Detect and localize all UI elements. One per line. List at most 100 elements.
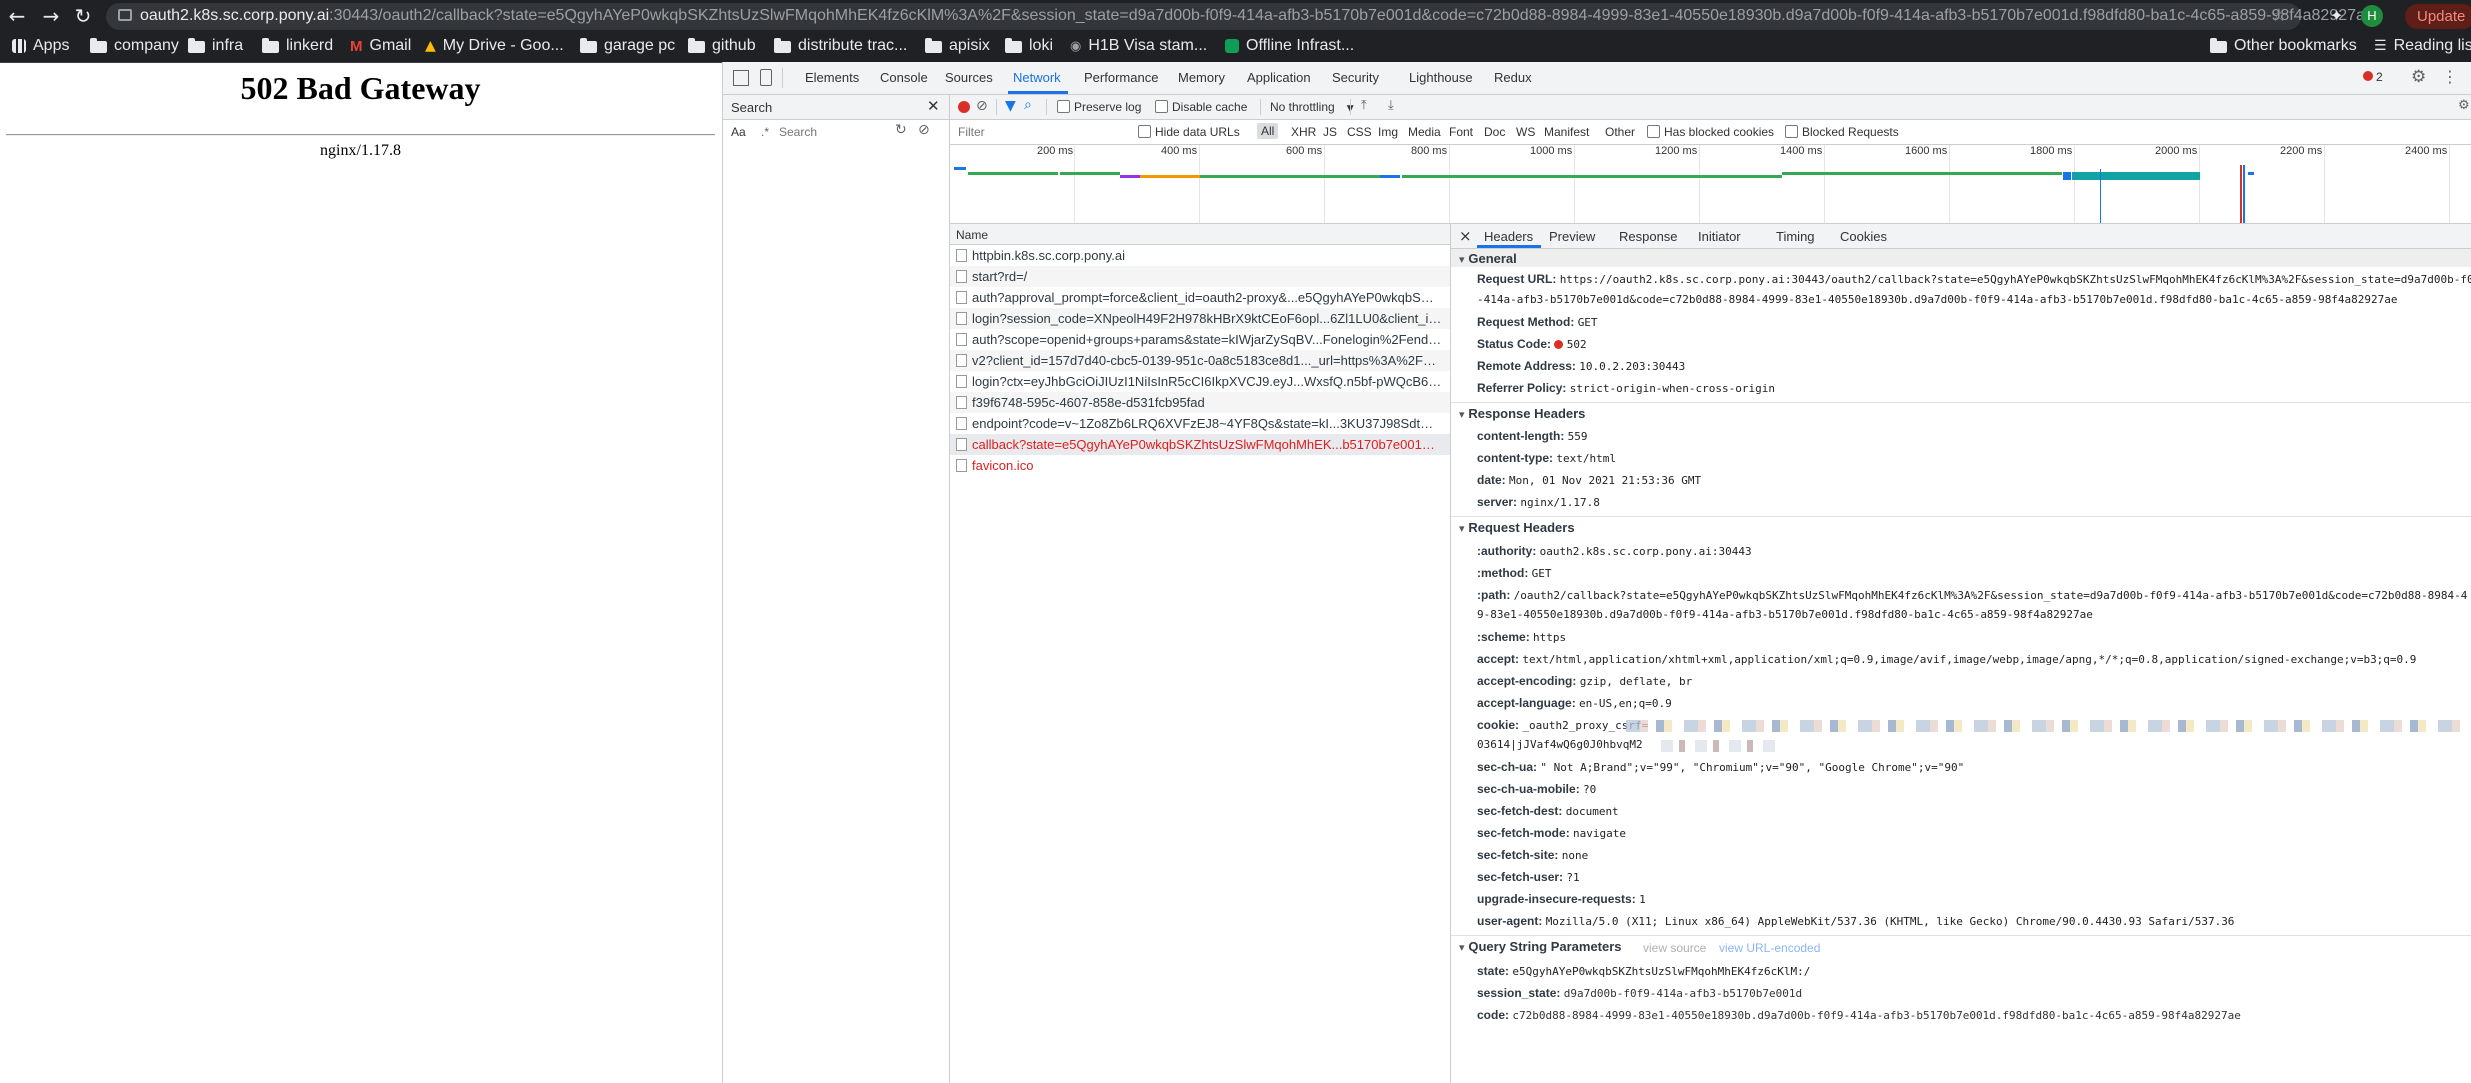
request-row[interactable]: favicon.ico xyxy=(950,455,1450,476)
regex-toggle[interactable]: .* xyxy=(761,125,769,139)
extensions-icon[interactable]: ✦ xyxy=(2330,6,2348,25)
error-icon[interactable] xyxy=(2363,71,2373,81)
gear-icon[interactable]: ⚙ xyxy=(2411,67,2426,87)
view-source-link[interactable]: view source xyxy=(1643,941,1706,955)
star-icon[interactable]: ☆ xyxy=(2271,5,2287,26)
filter-type-js[interactable]: JS xyxy=(1323,125,1337,139)
tab-application[interactable]: Application xyxy=(1247,70,1311,85)
section-general[interactable]: General xyxy=(1459,251,1516,266)
search-input[interactable] xyxy=(777,122,889,142)
filter-type-all[interactable]: All xyxy=(1257,123,1279,139)
section-request-headers[interactable]: Request Headers xyxy=(1459,520,1574,535)
hide-data-urls-checkbox[interactable]: Hide data URLs xyxy=(1138,125,1240,139)
value: document xyxy=(1565,805,1619,818)
bookmark-gmail[interactable]: M Gmail xyxy=(350,37,411,55)
import-har-icon[interactable]: ⤒ xyxy=(1361,98,1367,113)
bookmark-apps[interactable]: Apps xyxy=(12,37,69,55)
throttling-select[interactable]: No throttling▼ xyxy=(1270,100,1354,114)
request-row[interactable]: login?session_code=XNpeolH49F2H978kHBrX9… xyxy=(950,308,1450,329)
inspect-element-icon[interactable] xyxy=(733,70,749,86)
device-toolbar-icon[interactable] xyxy=(760,69,772,86)
tab-timing[interactable]: Timing xyxy=(1776,229,1815,244)
request-row[interactable]: f39f6748-595c-4607-858e-d531fcb95fad xyxy=(950,392,1450,413)
tab-headers[interactable]: Headers xyxy=(1484,229,1533,244)
error-count[interactable]: 2 xyxy=(2376,70,2383,84)
section-query-params[interactable]: Query String Parameters xyxy=(1459,939,1621,954)
request-row-selected[interactable]: callback?state=e5QgyhAYeP0wkqbSKZhtsUzSl… xyxy=(950,434,1450,455)
update-button[interactable]: Update xyxy=(2405,4,2471,29)
other-bookmarks[interactable]: Other bookmarks xyxy=(2210,37,2357,55)
tab-console[interactable]: Console xyxy=(880,70,928,85)
filter-type-css[interactable]: CSS xyxy=(1347,125,1372,139)
bookmark-drive[interactable]: ▲ My Drive - Goo... xyxy=(425,37,564,55)
key: Request URL: xyxy=(1477,272,1557,286)
url-text[interactable]: oauth2.k8s.sc.corp.pony.ai:30443/oauth2/… xyxy=(140,7,2374,25)
tab-sources[interactable]: Sources xyxy=(945,70,993,85)
request-row[interactable]: httpbin.k8s.sc.corp.pony.ai xyxy=(950,245,1450,266)
network-settings-icon[interactable]: ⚙ xyxy=(2458,98,2470,113)
bookmark-loki[interactable]: loki xyxy=(1005,37,1053,55)
tab-network[interactable]: Network xyxy=(1013,70,1061,85)
filter-type-other[interactable]: Other xyxy=(1605,125,1635,139)
filter-type-media[interactable]: Media xyxy=(1408,125,1441,139)
tab-response[interactable]: Response xyxy=(1619,229,1678,244)
filter-type-ws[interactable]: WS xyxy=(1516,125,1535,139)
refresh-icon[interactable]: ↻ xyxy=(895,122,907,138)
reading-list[interactable]: ☰ Reading lis xyxy=(2374,37,2471,55)
name-column-header[interactable]: Name xyxy=(956,228,988,242)
bookmark-distribute[interactable]: distribute trac... xyxy=(774,37,907,55)
filter-icon[interactable]: ▼ xyxy=(1005,98,1016,114)
search-icon[interactable]: ⌕ xyxy=(1024,97,1032,113)
close-icon[interactable]: ✕ xyxy=(927,97,940,115)
filter-input[interactable] xyxy=(956,123,1130,141)
has-blocked-cookies-checkbox[interactable]: Has blocked cookies xyxy=(1647,125,1774,139)
tab-lighthouse[interactable]: Lighthouse xyxy=(1409,70,1473,85)
tab-performance[interactable]: Performance xyxy=(1084,70,1158,85)
tab-cookies[interactable]: Cookies xyxy=(1840,229,1887,244)
match-case-toggle[interactable]: Aa xyxy=(731,125,746,139)
address-bar[interactable]: oauth2.k8s.sc.corp.pony.ai:30443/oauth2/… xyxy=(106,3,2374,30)
tab-elements[interactable]: Elements xyxy=(805,70,859,85)
view-url-encoded-link[interactable]: view URL-encoded xyxy=(1719,941,1820,955)
request-row[interactable]: auth?approval_prompt=force&client_id=oau… xyxy=(950,287,1450,308)
request-header: user-agent: Mozilla/5.0 (X11; Linux x86_… xyxy=(1477,914,2234,928)
tab-memory[interactable]: Memory xyxy=(1178,70,1225,85)
tab-redux[interactable]: Redux xyxy=(1494,70,1532,85)
preserve-log-checkbox[interactable]: Preserve log xyxy=(1057,100,1141,114)
tab-initiator[interactable]: Initiator xyxy=(1698,229,1741,244)
bookmark-apisix[interactable]: apisix xyxy=(925,37,990,55)
tab-preview[interactable]: Preview xyxy=(1549,229,1595,244)
record-icon[interactable] xyxy=(958,101,970,113)
request-row[interactable]: endpoint?code=v~1Zo8Zb6LRQ6XVFzEJ8~4YF8Q… xyxy=(950,413,1450,434)
tab-security[interactable]: Security xyxy=(1332,70,1379,85)
filter-type-img[interactable]: Img xyxy=(1378,125,1398,139)
bookmark-github[interactable]: github xyxy=(688,37,756,55)
filter-type-xhr[interactable]: XHR xyxy=(1291,125,1316,139)
bookmark-h1b[interactable]: ◉ H1B Visa stam... xyxy=(1070,37,1207,55)
filter-type-font[interactable]: Font xyxy=(1449,125,1473,139)
clear-log-icon[interactable]: ⊘ xyxy=(976,98,988,114)
bookmark-infra[interactable]: infra xyxy=(188,37,243,55)
section-response-headers[interactable]: Response Headers xyxy=(1459,406,1585,421)
bookmark-garage-pc[interactable]: garage pc xyxy=(580,37,675,55)
request-row[interactable]: auth?scope=openid+groups+params&state=kI… xyxy=(950,329,1450,350)
export-har-icon[interactable]: ⤓ xyxy=(1388,98,1394,113)
bookmark-offline-infra[interactable]: Offline Infrast... xyxy=(1225,37,1354,55)
request-row[interactable]: login?ctx=eyJhbGciOiJIUzI1NiIsInR5cCI6Ik… xyxy=(950,371,1450,392)
filter-type-doc[interactable]: Doc xyxy=(1484,125,1505,139)
clear-icon[interactable]: ⊘ xyxy=(918,122,930,138)
more-options-icon[interactable]: ⋮ xyxy=(2442,67,2458,86)
request-row[interactable]: v2?client_id=157d7d40-cbc5-0139-951c-0a8… xyxy=(950,350,1450,371)
reload-icon[interactable]: ↻ xyxy=(70,4,96,28)
close-icon[interactable]: × xyxy=(1459,227,1472,245)
disable-cache-checkbox[interactable]: Disable cache xyxy=(1155,100,1247,114)
forward-arrow-icon[interactable]: → xyxy=(38,4,64,28)
blocked-requests-checkbox[interactable]: Blocked Requests xyxy=(1785,125,1899,139)
filter-type-manifest[interactable]: Manifest xyxy=(1544,125,1589,139)
bookmark-linkerd[interactable]: linkerd xyxy=(262,37,333,55)
request-row[interactable]: start?rd=/ xyxy=(950,266,1450,287)
bookmark-company[interactable]: company xyxy=(90,37,179,55)
back-arrow-icon[interactable]: ← xyxy=(4,4,30,28)
profile-avatar[interactable]: H xyxy=(2361,5,2383,27)
network-overview[interactable]: 200 ms 400 ms 600 ms 800 ms 1000 ms 1200… xyxy=(950,145,2471,224)
